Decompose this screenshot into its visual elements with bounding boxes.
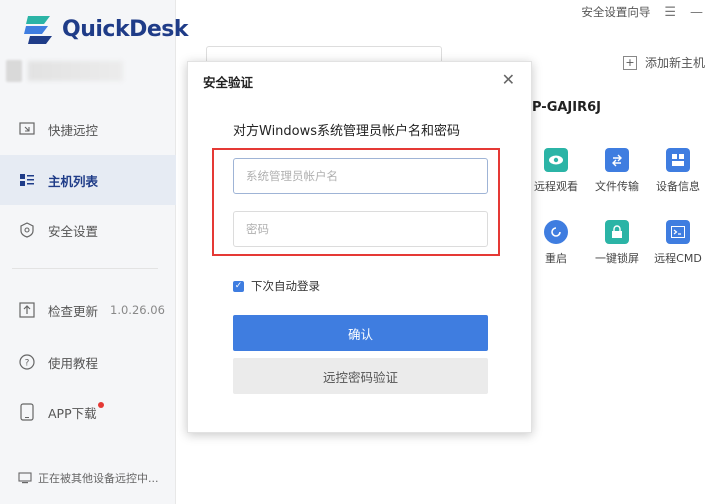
remote-status: 正在被其他设备远控中... [18, 470, 159, 486]
app-name: QuickDesk [62, 16, 189, 42]
remote-view-button[interactable]: 远程观看 [528, 148, 584, 194]
phone-icon [18, 403, 36, 421]
security-guide-link[interactable]: 安全设置向导 [581, 4, 650, 20]
host-name: P-GAJIR6J [532, 100, 601, 115]
app-logo: QuickDesk [22, 12, 189, 46]
shield-icon [18, 221, 36, 239]
terminal-icon [666, 220, 690, 244]
version-label: 1.0.26.06 [110, 303, 165, 317]
notification-dot [98, 402, 104, 408]
title-bar: 安全设置向导 ☰ — [581, 4, 703, 20]
minimize-icon[interactable]: — [690, 5, 703, 20]
plus-icon: + [623, 55, 637, 70]
security-verification-dialog: 安全验证 ✕ 对方Windows系统管理员帐户名和密码 系统管理员帐户名 密码 … [187, 61, 532, 433]
password-placeholder: 密码 [246, 222, 269, 236]
device-info-icon [666, 148, 690, 172]
user-name-blurred [28, 61, 123, 81]
sidebar-item-label: 使用教程 [48, 355, 99, 371]
confirm-button[interactable]: 确认 [233, 315, 488, 351]
help-icon: ? [18, 353, 36, 371]
sidebar-item-tutorial[interactable]: ? 使用教程 [0, 337, 176, 387]
list-icon [18, 171, 36, 189]
svg-text:?: ? [25, 359, 30, 369]
username-placeholder: 系统管理员帐户名 [246, 169, 338, 183]
sidebar-item-label: 主机列表 [48, 173, 99, 189]
menu-icon[interactable]: ☰ [664, 5, 676, 20]
lock-screen-button[interactable]: 一键锁屏 [589, 220, 645, 266]
sidebar-item-app-download[interactable]: APP下载 [0, 387, 176, 437]
close-icon[interactable]: ✕ [502, 70, 515, 89]
user-profile[interactable] [6, 60, 136, 82]
password-field[interactable]: 密码 [233, 211, 488, 247]
sidebar-item-check-update[interactable]: 检查更新 1.0.26.06 [0, 285, 176, 335]
sidebar-item-label: 快捷远控 [48, 122, 99, 138]
eye-icon [544, 148, 568, 172]
tool-label: 一键锁屏 [595, 252, 639, 265]
auto-login-checkbox[interactable]: ✓ 下次自动登录 [233, 278, 320, 294]
remote-password-verify-button[interactable]: 远控密码验证 [233, 358, 488, 394]
avatar [6, 60, 22, 82]
upload-icon [18, 301, 36, 319]
tool-label: 远程观看 [534, 180, 578, 193]
remote-cmd-button[interactable]: 远程CMD [650, 220, 706, 266]
sidebar: QuickDesk 快捷远控 主机列表 安全设置 检查更新 1.0.26.06 … [0, 0, 189, 504]
lock-icon [605, 220, 629, 244]
file-transfer-icon [605, 148, 629, 172]
sidebar-item-label: APP下载 [48, 405, 97, 421]
dialog-title: 安全验证 [203, 75, 254, 90]
admin-username-field[interactable]: 系统管理员帐户名 [233, 158, 488, 194]
tool-label: 远程CMD [654, 252, 702, 265]
dialog-subtitle: 对方Windows系统管理员帐户名和密码 [233, 124, 461, 139]
sidebar-item-quick-remote[interactable]: 快捷远控 [0, 104, 176, 154]
add-host-label: 添加新主机 [645, 56, 706, 70]
tool-label: 重启 [545, 252, 567, 265]
quickdesk-logo-icon [24, 16, 52, 44]
sidebar-item-security[interactable]: 安全设置 [0, 205, 176, 255]
checkbox-checked-icon: ✓ [233, 280, 244, 292]
monitor-icon [18, 472, 32, 484]
add-host-button[interactable]: + 添加新主机 [623, 54, 705, 71]
restart-button[interactable]: 重启 [528, 220, 584, 266]
sidebar-divider [12, 268, 158, 269]
remote-status-text: 正在被其他设备远控中... [38, 472, 159, 485]
sidebar-item-label: 检查更新 [48, 303, 99, 319]
tool-label: 设备信息 [656, 180, 700, 193]
sidebar-item-host-list[interactable]: 主机列表 [0, 155, 176, 205]
file-transfer-button[interactable]: 文件传输 [589, 148, 645, 194]
remote-icon [18, 120, 36, 138]
tool-label: 文件传输 [595, 180, 639, 193]
device-info-button[interactable]: 设备信息 [650, 148, 706, 194]
sidebar-item-label: 安全设置 [48, 223, 99, 239]
auto-login-label: 下次自动登录 [251, 279, 320, 293]
restart-icon [544, 220, 568, 244]
